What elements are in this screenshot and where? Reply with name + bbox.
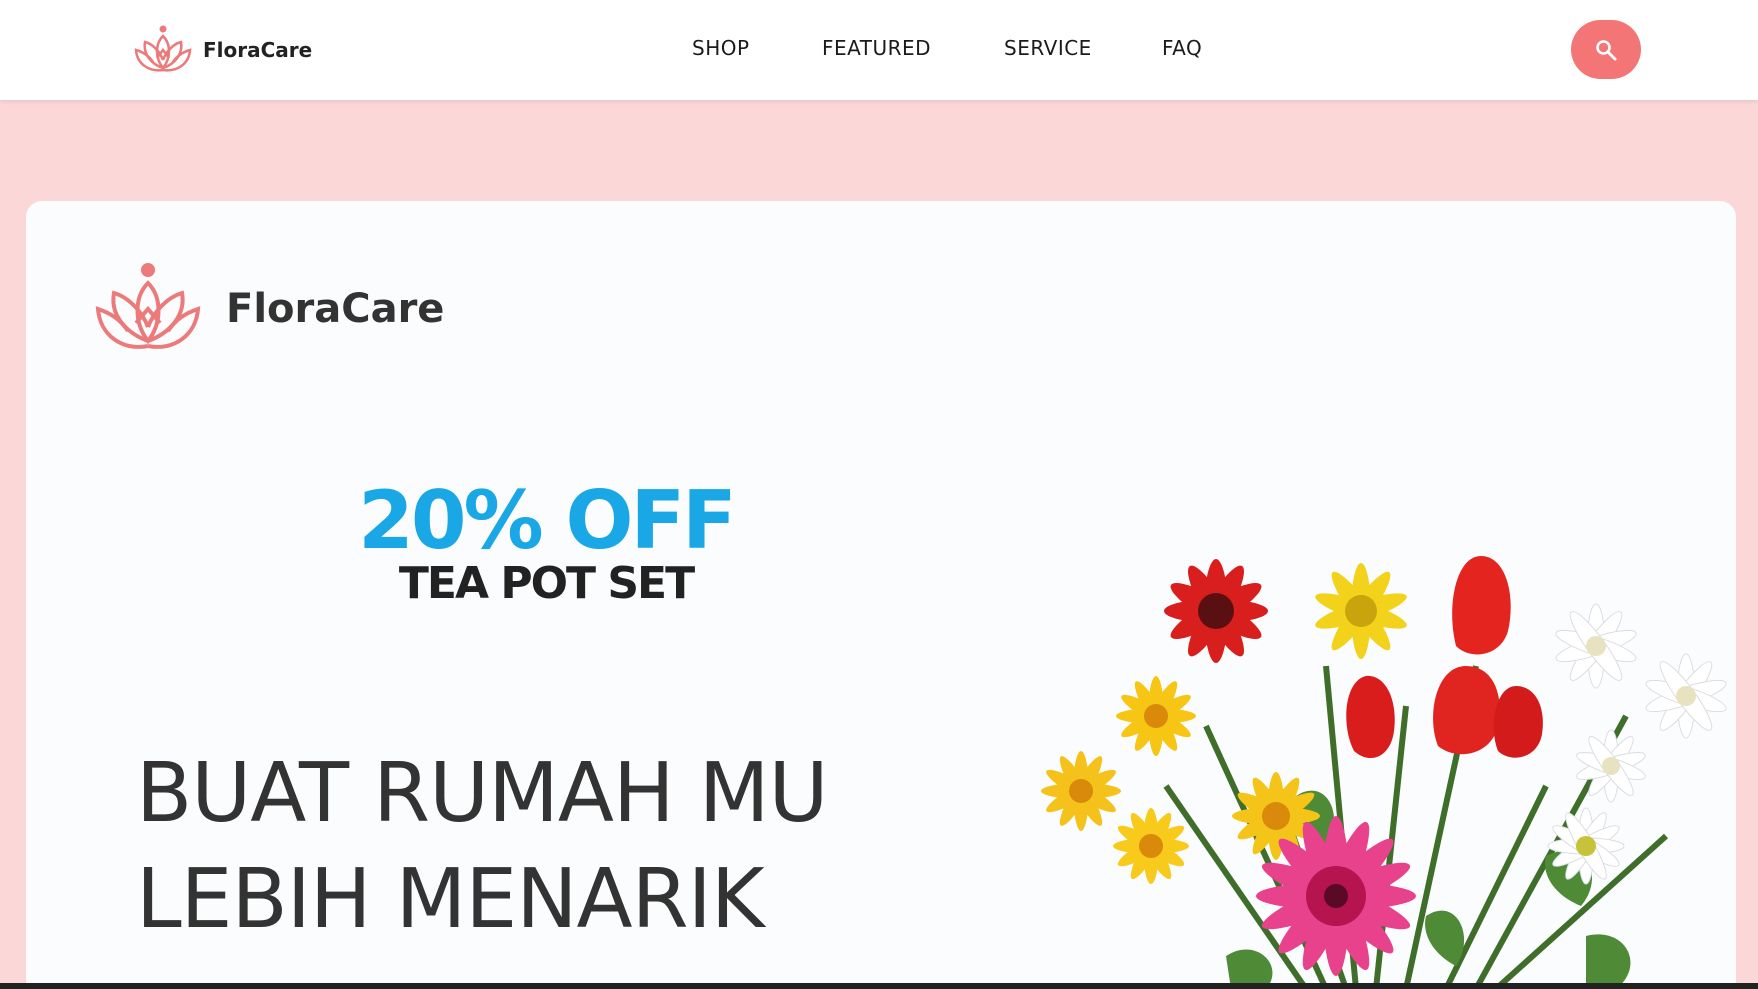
search-button[interactable] [1571, 20, 1641, 79]
top-navbar: FloraCare SHOP FEATURED SERVICE FAQ [0, 0, 1758, 100]
nav-service[interactable]: SERVICE [1004, 36, 1092, 60]
bottom-edge [0, 983, 1758, 989]
hero-headline: BUAT RUMAH MU LEBIH MENARIK [136, 741, 828, 953]
headline-line-2: LEBIH MENARIK [136, 852, 765, 947]
hero-brand-name: FloraCare [226, 285, 445, 332]
header-brand[interactable]: FloraCare [133, 24, 312, 76]
nav-faq[interactable]: FAQ [1162, 36, 1202, 60]
nav-shop[interactable]: SHOP [692, 36, 750, 60]
lotus-logo-icon [134, 25, 192, 72]
promo-discount: 20% OFF [358, 474, 737, 567]
promo-block: 20% OFF TEA POT SET [326, 481, 766, 609]
hero-logo: FloraCare [92, 261, 444, 356]
brand-name: FloraCare [203, 38, 313, 62]
search-icon [1596, 39, 1617, 60]
hero-banner: FloraCare 20% OFF TEA POT SET BUAT RUMAH… [26, 201, 1736, 989]
headline-line-1: BUAT RUMAH MU [136, 746, 828, 841]
lotus-logo-icon [95, 263, 201, 349]
nav-featured[interactable]: FEATURED [822, 36, 931, 60]
flower-bouquet-image [1041, 556, 1727, 989]
